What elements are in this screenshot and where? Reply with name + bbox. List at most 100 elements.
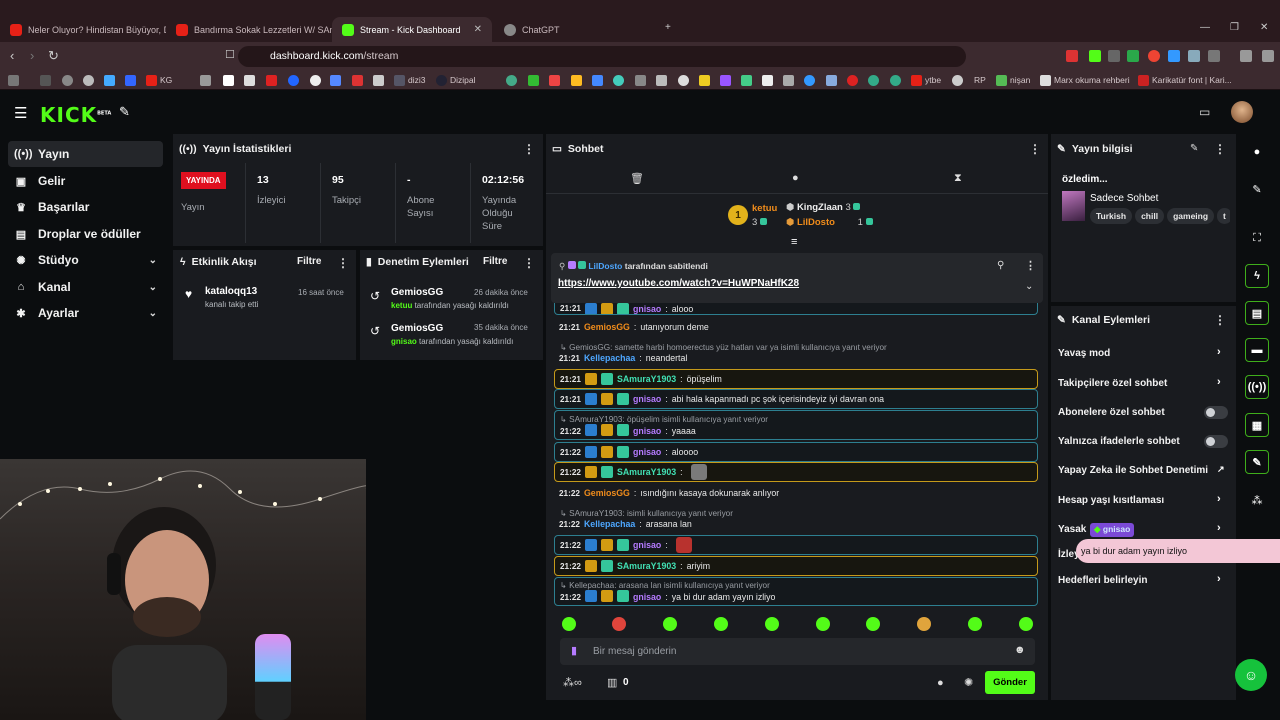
activity-filter-button[interactable]: Filtre [297, 256, 321, 267]
bookmark[interactable] [890, 73, 901, 87]
pin-icon[interactable]: ⚲ [997, 260, 1004, 271]
bookmark[interactable] [104, 73, 115, 87]
subs-only-toggle[interactable] [1204, 406, 1228, 419]
bookmark[interactable] [549, 73, 560, 87]
hamburger-menu-icon[interactable]: ☰ [14, 104, 27, 122]
bookmark-dizi3[interactable]: dizi3 [394, 73, 425, 87]
chat-message[interactable]: 21:21 gnisao: abi hala kapanmadı pc şok i… [554, 389, 1038, 409]
chat-message[interactable]: 21:22 Kellepachaa: arasana lan [554, 514, 1038, 534]
forward-icon[interactable]: › [30, 48, 34, 63]
bookmark[interactable] [373, 73, 384, 87]
chat-menu-icon[interactable]: ⋮ [1029, 142, 1041, 156]
chat-message[interactable]: 21:21 Kellepachaa: neandertal [554, 348, 1038, 368]
sidebar-item-ayarlar[interactable]: ✱ Ayarlar ⌄ [8, 300, 163, 326]
sidebar-item-droplar[interactable]: ▤ Droplar ve ödüller [8, 221, 163, 247]
trash-icon[interactable]: 🗑 [630, 172, 644, 185]
extension-icon[interactable] [1066, 50, 1078, 62]
bookmark[interactable] [506, 73, 517, 87]
extension-icon[interactable] [1148, 50, 1160, 62]
bookmark[interactable] [200, 73, 211, 87]
emote-icon[interactable] [968, 617, 982, 631]
extensions-menu-icon[interactable] [1208, 50, 1220, 62]
pinned-link[interactable]: https://www.youtube.com/watch?v=HuWPNaHf… [558, 278, 799, 289]
emote-icon[interactable] [663, 617, 677, 631]
chevron-right-icon[interactable]: › [1217, 573, 1221, 585]
new-tab-icon[interactable]: + [665, 22, 671, 33]
bookmark-nisan[interactable]: nişan [996, 73, 1030, 87]
chat-message[interactable]: 21:21 gnisao: alooo [554, 303, 1038, 315]
stream-info-menu-icon[interactable]: ⋮ [1214, 142, 1226, 156]
extension-icon[interactable] [1127, 50, 1139, 62]
chevron-right-icon[interactable]: › [1217, 522, 1221, 534]
sidebar-item-gelir[interactable]: ▣ Gelir [8, 168, 163, 194]
reload-icon[interactable]: ↻ [48, 48, 59, 64]
bookmark[interactable] [62, 73, 73, 87]
bookmark[interactable] [125, 73, 136, 87]
bookmark-marx[interactable]: Marx okuma rehberi [1040, 73, 1130, 87]
category-name[interactable]: Sadece Sohbet [1090, 193, 1158, 204]
close-tab-icon[interactable]: ✕ [474, 24, 482, 35]
fullscreen-icon[interactable]: ⛶ [1245, 226, 1269, 250]
leader-third[interactable]: ⬢ LilDosto 1 [786, 217, 873, 228]
set-goals-row[interactable]: Hedefleri belirleyin [1058, 575, 1228, 586]
emote-icon[interactable] [816, 617, 830, 631]
leader-second[interactable]: ⬢ KingZlaan 3 [786, 202, 861, 213]
stats-menu-icon[interactable]: ⋮ [523, 142, 535, 156]
bookmark[interactable] [656, 73, 667, 87]
followers-only-row[interactable]: Takipçilere özel sohbet [1058, 378, 1228, 389]
hourglass-icon[interactable]: ⧗ [954, 172, 962, 185]
edit-icon[interactable]: ✎ [1245, 177, 1269, 201]
emote-icon[interactable] [612, 617, 626, 631]
bookmark[interactable] [223, 73, 234, 87]
bookmark[interactable] [741, 73, 752, 87]
emote-icon[interactable] [714, 617, 728, 631]
sidebar-item-yayin[interactable]: ((•)) Yayın [8, 141, 163, 167]
banned-words-row[interactable]: Yasak [1058, 524, 1228, 535]
bookmark[interactable] [952, 73, 963, 87]
bookmark[interactable] [288, 73, 299, 87]
chat-input[interactable]: ▮ Bir mesaj gönderin ☻ [560, 638, 1035, 665]
wrench-icon[interactable]: ✎ [1245, 450, 1269, 474]
extension-icon[interactable] [1089, 50, 1101, 62]
bookmark[interactable] [83, 73, 94, 87]
chat-bubble-icon[interactable]: ▬ [1245, 338, 1269, 362]
minimize-icon[interactable]: — [1200, 22, 1210, 33]
bookmark[interactable] [244, 73, 255, 87]
bookmark[interactable] [571, 73, 582, 87]
broadcast-icon[interactable]: ((•)) [1245, 375, 1269, 399]
sidebar-item-studyo[interactable]: ✺ Stüdyo ⌄ [8, 247, 163, 273]
bookmark[interactable] [592, 73, 603, 87]
wallet-icon[interactable]: ▭ [1199, 105, 1210, 119]
extension-icon[interactable] [1108, 50, 1120, 62]
users-icon[interactable]: ⁂∞ [563, 676, 582, 689]
info-icon[interactable]: ● [1245, 140, 1269, 164]
support-chat-icon[interactable]: ☺ [1235, 659, 1267, 691]
browser-tab[interactable]: ChatGPT [494, 17, 654, 42]
chat-message[interactable]: 21:22 SAmuraY1903: ariyim [554, 556, 1038, 576]
leader-first[interactable]: ketuu 3 [752, 203, 777, 228]
lightning-icon[interactable]: ϟ [1245, 264, 1269, 288]
bookmark[interactable] [720, 73, 731, 87]
browser-tab-active[interactable]: Stream - Kick Dashboard ✕ [332, 17, 492, 42]
chat-message[interactable]: 21:21 SAmuraY1903: öpüşelim [554, 369, 1038, 389]
edit-icon[interactable]: ✎ [1190, 143, 1198, 154]
media-icon[interactable] [1240, 50, 1252, 62]
bookmark[interactable] [635, 73, 646, 87]
tag[interactable]: t [1217, 208, 1230, 224]
bookmark[interactable] [762, 73, 773, 87]
channel-actions-menu-icon[interactable]: ⋮ [1214, 313, 1226, 327]
slow-mode-row[interactable]: Yavaş mod [1058, 348, 1228, 359]
bookmark[interactable] [330, 73, 341, 87]
browser-tab[interactable]: Neler Oluyor? Hindistan Büyüyor, Dü [0, 17, 166, 42]
extension-icon[interactable] [1168, 50, 1180, 62]
settings-icon[interactable]: ✺ [964, 676, 973, 689]
bookmark[interactable] [783, 73, 794, 87]
bookmark[interactable] [847, 73, 858, 87]
browser-menu-icon[interactable] [1262, 50, 1274, 62]
bookmark[interactable] [528, 73, 539, 87]
bookmark[interactable] [826, 73, 837, 87]
back-icon[interactable]: ‹ [10, 48, 14, 63]
bookmark-rp[interactable]: RP [974, 73, 986, 87]
bookmark[interactable] [310, 73, 321, 87]
users-icon[interactable]: ⁂ [1245, 488, 1269, 512]
